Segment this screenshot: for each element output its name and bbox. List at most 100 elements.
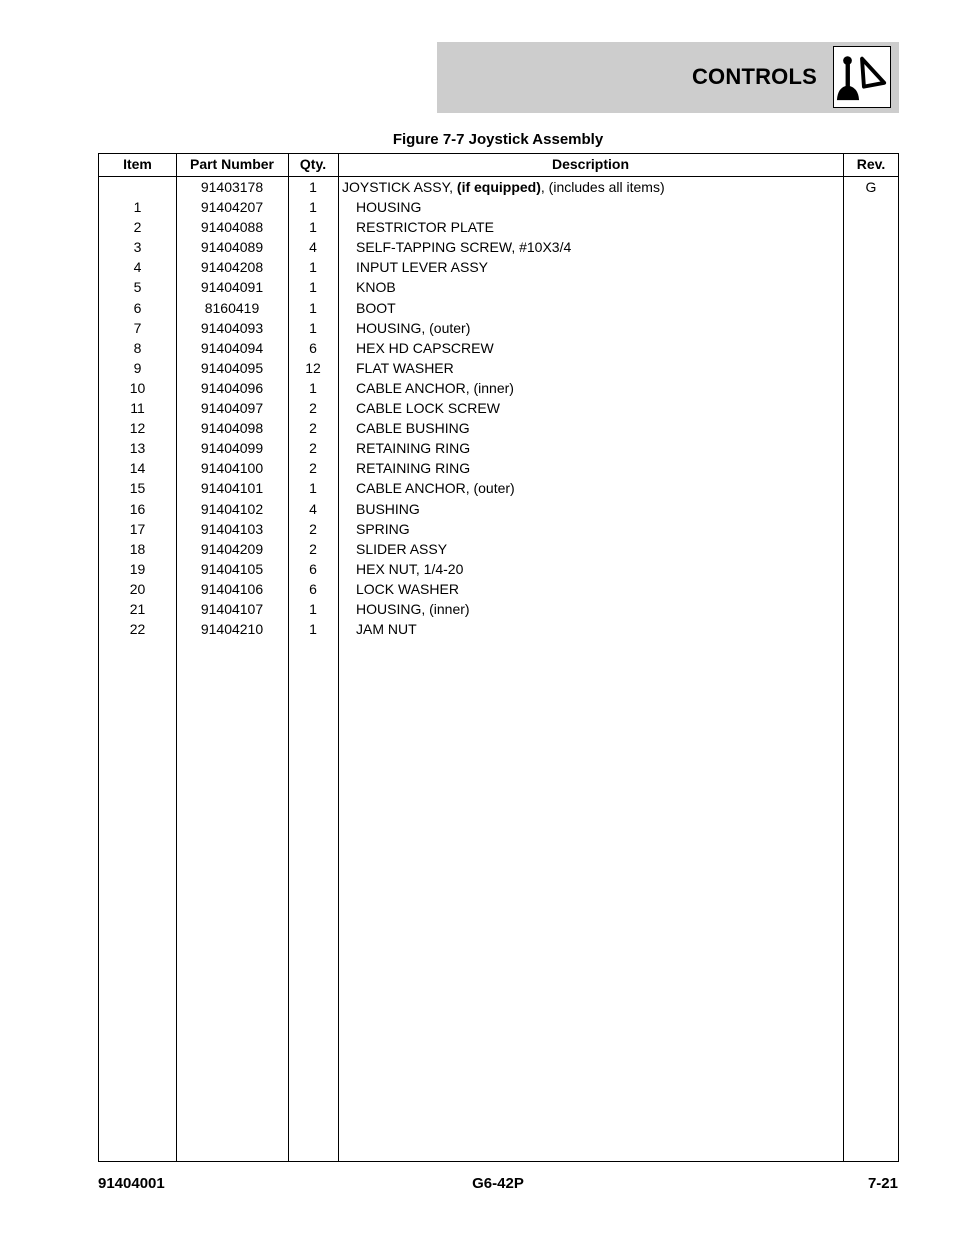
table-row: 1 91404207 1 HOUSING [99,197,898,217]
description: HOUSING, (inner) [356,600,470,617]
part-number: 91404210 [200,621,264,638]
item-number: 3 [133,239,142,256]
table-row: 22 91404210 1 JAM NUT [99,619,898,639]
description: SLIDER ASSY [356,540,448,557]
part-number: 91404096 [200,379,264,396]
item-number: 8 [133,339,142,356]
table-row: 11 91404097 2 CABLE LOCK SCREW [99,398,898,418]
description: JAM NUT [356,621,417,638]
item-number: 18 [129,540,146,557]
description: CABLE ANCHOR, (outer) [356,480,515,497]
part-number: 91404105 [200,560,264,577]
part-number: 8160419 [204,299,260,316]
part-number: 91404102 [200,500,264,517]
table-row: 2 91404088 1 RESTRICTOR PLATE [99,217,898,237]
description: JOYSTICK ASSY, (if equipped), (includes … [342,177,842,197]
figure-title: Figure 7-7 Joystick Assembly [392,131,604,148]
parts-table: Item Part Number Qty. Description Rev. 9… [98,153,899,1162]
table-row: 91403178 1 JOYSTICK ASSY, (if equipped), (… [99,177,898,197]
part-number: 91404093 [200,319,264,336]
part-number: 91404095 [200,359,264,376]
quantity: 6 [309,560,317,577]
quantity: 1 [309,299,317,316]
column-header-rev: Rev. [856,156,886,172]
part-number: 91404208 [200,259,264,276]
quantity: 1 [309,279,317,296]
revision: G [865,179,877,195]
description: RESTRICTOR PLATE [356,219,494,236]
item-number: 14 [129,460,146,477]
part-number: 91404209 [200,540,264,557]
description: CABLE BUSHING [356,420,470,437]
part-number: 91404094 [200,339,264,356]
part-number: 91404107 [200,600,264,617]
item-number: 15 [129,480,146,497]
table-row: 4 91404208 1 INPUT LEVER ASSY [99,257,898,277]
description: RETAINING RING [356,460,471,477]
description: HOUSING, (outer) [356,319,471,336]
item-number: 9 [133,359,142,376]
item-number: 13 [129,440,146,457]
table-row: 13 91404099 2 RETAINING RING [99,438,898,458]
table-row: 12 91404098 2 CABLE BUSHING [99,418,898,438]
description: INPUT LEVER ASSY [356,259,489,276]
item-number: 2 [133,219,142,236]
column-header-item: Item [123,156,152,172]
quantity: 1 [309,319,317,336]
quantity: 1 [309,480,317,497]
part-number: 91404103 [200,520,264,537]
table-row: 18 91404209 2 SLIDER ASSY [99,539,898,559]
quantity: 2 [309,400,317,417]
part-number: 91404100 [200,460,264,477]
item-number: 16 [129,500,146,517]
part-number: 91404089 [200,239,264,256]
table-row: 7 91404093 1 HOUSING, (outer) [99,318,898,338]
item-number: 1 [133,199,142,216]
footer-page-number: 7-21 [867,1175,898,1192]
table-row: 3 91404089 4 SELF-TAPPING SCREW, #10X3/4 [99,237,898,257]
table-row: 21 91404107 1 HOUSING, (inner) [99,599,898,619]
description: CABLE LOCK SCREW [356,400,500,417]
item-number: 17 [129,520,146,537]
quantity: 6 [309,339,317,356]
joystick-icon-graphic [836,56,887,101]
quantity: 12 [305,359,321,376]
description: SPRING [356,520,410,537]
quantity: 1 [309,199,317,216]
table-row: 8 91404094 6 HEX HD CAPSCREW [99,338,898,358]
part-number: 91404097 [200,400,264,417]
table-row: 20 91404106 6 LOCK WASHER [99,579,898,599]
quantity: 4 [309,500,317,517]
description: HEX NUT, 1/4-20 [356,560,464,577]
column-header-qty: Qty. [299,156,327,172]
section-title: CONTROLS [691,64,817,89]
description: HEX HD CAPSCREW [356,339,494,356]
quantity: 1 [309,621,317,638]
table-row: 17 91404103 2 SPRING [99,519,898,539]
description-text: , (includes all items) [540,179,665,195]
table-row: 10 91404096 1 CABLE ANCHOR, (inner) [99,378,898,398]
part-number: 91404207 [200,199,264,216]
joystick-controls-icon [833,46,891,108]
table-row: 5 91404091 1 KNOB [99,277,898,297]
item-number: 21 [129,600,146,617]
quantity: 1 [309,219,317,236]
part-number: 91404098 [200,420,264,437]
description: BOOT [356,299,396,316]
item-number: 22 [129,621,146,638]
quantity: 2 [309,460,317,477]
part-number: 91404088 [200,219,264,236]
description: CABLE ANCHOR, (inner) [356,379,514,396]
quantity: 4 [309,239,317,256]
table-row: 15 91404101 1 CABLE ANCHOR, (outer) [99,478,898,498]
table-row: 14 91404100 2 RETAINING RING [99,458,898,478]
part-number: 91403178 [200,179,264,195]
item-number: 4 [133,259,142,276]
quantity: 1 [309,259,317,276]
quantity: 1 [309,600,317,617]
item-number: 5 [133,279,142,296]
item-number: 6 [133,299,142,316]
description: RETAINING RING [356,440,471,457]
table-row: 9 91404095 12 FLAT WASHER [99,358,898,378]
quantity: 6 [309,580,317,597]
